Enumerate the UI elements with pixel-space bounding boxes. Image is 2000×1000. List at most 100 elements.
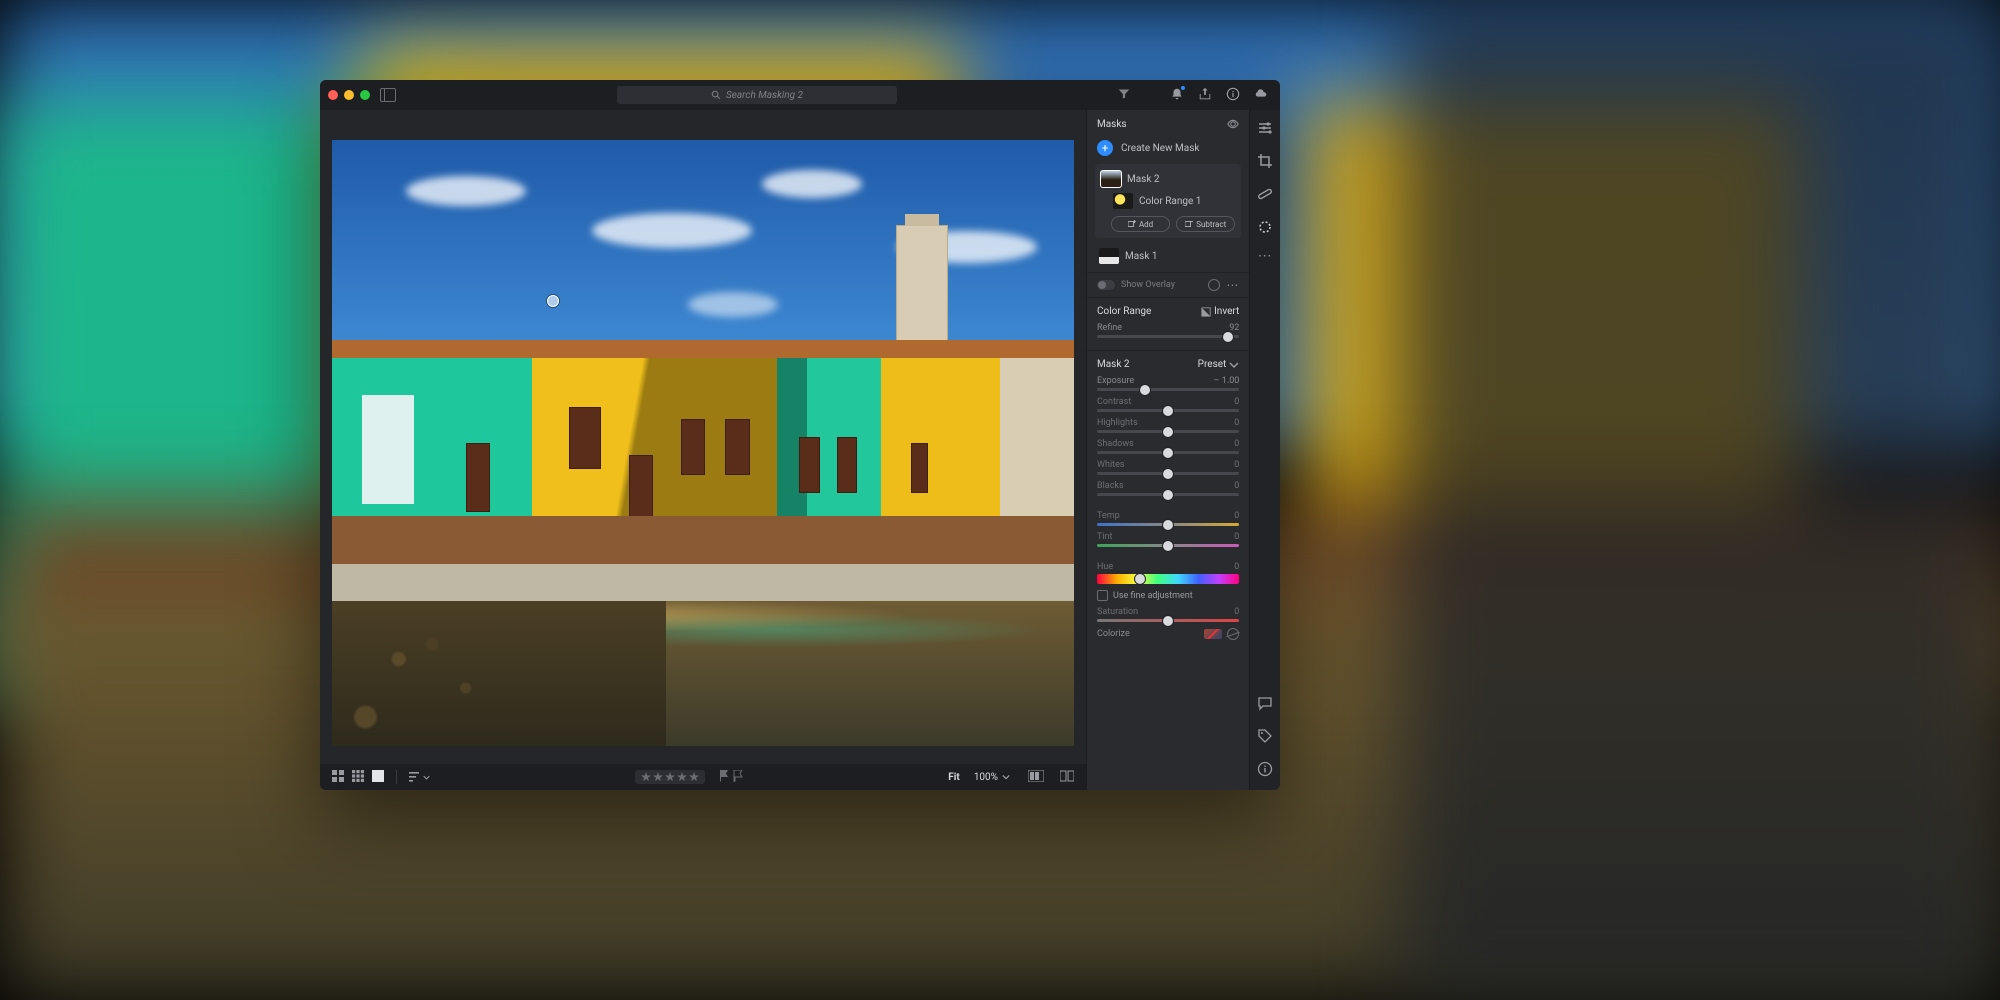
crop-icon — [1257, 153, 1273, 169]
more-tools-button[interactable]: ⋯ — [1258, 252, 1273, 263]
chevron-down-icon — [1002, 773, 1010, 781]
canvas-area: Fit 100% — [320, 110, 1086, 790]
mask-group-2: Mask 2 Color Range 1 Add Subtract — [1095, 164, 1241, 238]
single-view-icon — [372, 770, 384, 782]
cloud-sync-button[interactable] — [1254, 87, 1268, 104]
zoom-fit-label: Fit — [948, 772, 960, 783]
color-range-label: Color Range 1 — [1139, 196, 1201, 207]
tool-strip: ⋯ — [1249, 110, 1280, 790]
color-range-row[interactable]: Color Range 1 — [1099, 190, 1237, 212]
dots-icon: ⋯ — [1258, 248, 1273, 264]
checkbox-icon — [1097, 590, 1108, 601]
search-icon — [711, 90, 721, 100]
comments-button[interactable] — [1257, 695, 1273, 714]
chevron-down-icon — [423, 774, 430, 781]
photo-content — [332, 140, 1074, 746]
plus-icon: + — [1097, 140, 1113, 156]
whites-slider[interactable]: Whites0 — [1097, 460, 1239, 475]
minimize-window-button[interactable] — [344, 90, 354, 100]
mask-2-row[interactable]: Mask 2 — [1099, 168, 1237, 190]
create-mask-button[interactable]: + Create New Mask — [1087, 136, 1249, 164]
masking-tool-button[interactable] — [1257, 219, 1273, 238]
info-panel-button[interactable] — [1257, 761, 1273, 780]
invert-icon — [1201, 307, 1211, 317]
share-button[interactable] — [1198, 87, 1212, 104]
detail-view-button[interactable] — [372, 770, 384, 785]
mask-subtract-button[interactable]: Subtract — [1176, 216, 1235, 232]
right-panel: Masks + Create New Mask Mask 2 Color Ran… — [1086, 110, 1249, 790]
fine-adjustment-checkbox[interactable]: Use fine adjustment — [1097, 590, 1239, 601]
temp-slider[interactable]: Temp0 — [1097, 511, 1239, 526]
add-icon — [1128, 220, 1136, 228]
invert-button[interactable]: Invert — [1201, 306, 1239, 317]
section-title: Mask 2 — [1097, 359, 1130, 370]
eye-icon[interactable] — [1227, 118, 1239, 130]
filter-button[interactable] — [1118, 88, 1130, 103]
grid-small-icon — [332, 770, 344, 782]
shadows-slider[interactable]: Shadows0 — [1097, 439, 1239, 454]
tint-slider[interactable]: Tint0 — [1097, 532, 1239, 547]
close-window-button[interactable] — [328, 90, 338, 100]
notifications-button[interactable] — [1170, 87, 1184, 104]
funnel-icon — [1118, 88, 1130, 100]
edit-tool-button[interactable] — [1257, 120, 1273, 139]
cloud-icon — [1254, 87, 1268, 101]
info-icon — [1226, 87, 1240, 101]
rating-stars[interactable] — [635, 770, 705, 784]
zoom-level-select[interactable]: 100% — [974, 772, 1010, 783]
grid-large-view-button[interactable] — [352, 770, 364, 785]
contrast-slider[interactable]: Contrast0 — [1097, 397, 1239, 412]
overlay-more-button[interactable]: ⋯ — [1226, 283, 1239, 288]
hue-slider[interactable]: Hue0 — [1097, 562, 1239, 584]
zoom-fit-button[interactable]: Fit — [948, 772, 960, 783]
exposure-slider[interactable]: Exposure– 1.00 — [1097, 376, 1239, 391]
star-icon — [677, 772, 687, 782]
highlights-slider[interactable]: Highlights0 — [1097, 418, 1239, 433]
bell-icon — [1170, 87, 1184, 101]
mask-icon — [1257, 219, 1273, 235]
sliders-icon — [1257, 120, 1273, 136]
tag-icon — [1257, 728, 1273, 744]
flag-icon — [719, 770, 729, 782]
grid-large-icon — [352, 770, 364, 782]
chevron-down-icon — [1229, 360, 1239, 370]
heal-tool-button[interactable] — [1257, 186, 1273, 205]
share-icon — [1198, 87, 1212, 101]
photo-canvas[interactable] — [332, 140, 1074, 746]
subtract-icon — [1185, 220, 1193, 228]
saturation-slider[interactable]: Saturation0 — [1097, 607, 1239, 622]
preset-dropdown[interactable]: Preset — [1198, 359, 1240, 370]
star-icon — [641, 772, 651, 782]
overlay-color-button[interactable] — [1208, 279, 1220, 291]
info-button[interactable] — [1226, 87, 1240, 104]
flag-x-icon — [733, 770, 743, 782]
keywords-button[interactable] — [1257, 728, 1273, 747]
search-input[interactable]: Search Masking 2 — [617, 86, 897, 104]
mask-1-label: Mask 1 — [1125, 251, 1158, 262]
filmstrip-toggle-button[interactable] — [1028, 770, 1044, 785]
bandage-icon — [1257, 186, 1273, 202]
masks-title: Masks — [1097, 119, 1127, 130]
color-sample-point[interactable] — [547, 295, 559, 307]
maximize-window-button[interactable] — [360, 90, 370, 100]
mask-component-thumbnail — [1113, 193, 1133, 209]
show-overlay-toggle[interactable] — [1097, 280, 1115, 290]
sort-icon — [409, 772, 421, 782]
colorize-swatch[interactable] — [1204, 629, 1222, 639]
flag-pick-button[interactable] — [719, 770, 729, 785]
colorize-toggle[interactable] — [1227, 628, 1239, 640]
sort-button[interactable] — [409, 772, 430, 782]
blacks-slider[interactable]: Blacks0 — [1097, 481, 1239, 496]
mask-1-row[interactable]: Mask 1 — [1087, 244, 1249, 272]
toggle-sidebar-button[interactable] — [380, 88, 396, 102]
star-icon — [665, 772, 675, 782]
compare-icon — [1060, 770, 1074, 782]
refine-slider[interactable]: Refine92 — [1097, 323, 1239, 338]
compare-toggle-button[interactable] — [1060, 770, 1074, 785]
footer-bar: Fit 100% — [320, 764, 1086, 790]
grid-view-button[interactable] — [332, 770, 344, 785]
flag-reject-button[interactable] — [733, 770, 743, 785]
mask-add-button[interactable]: Add — [1111, 216, 1170, 232]
crop-tool-button[interactable] — [1257, 153, 1273, 172]
create-mask-label: Create New Mask — [1121, 143, 1199, 154]
